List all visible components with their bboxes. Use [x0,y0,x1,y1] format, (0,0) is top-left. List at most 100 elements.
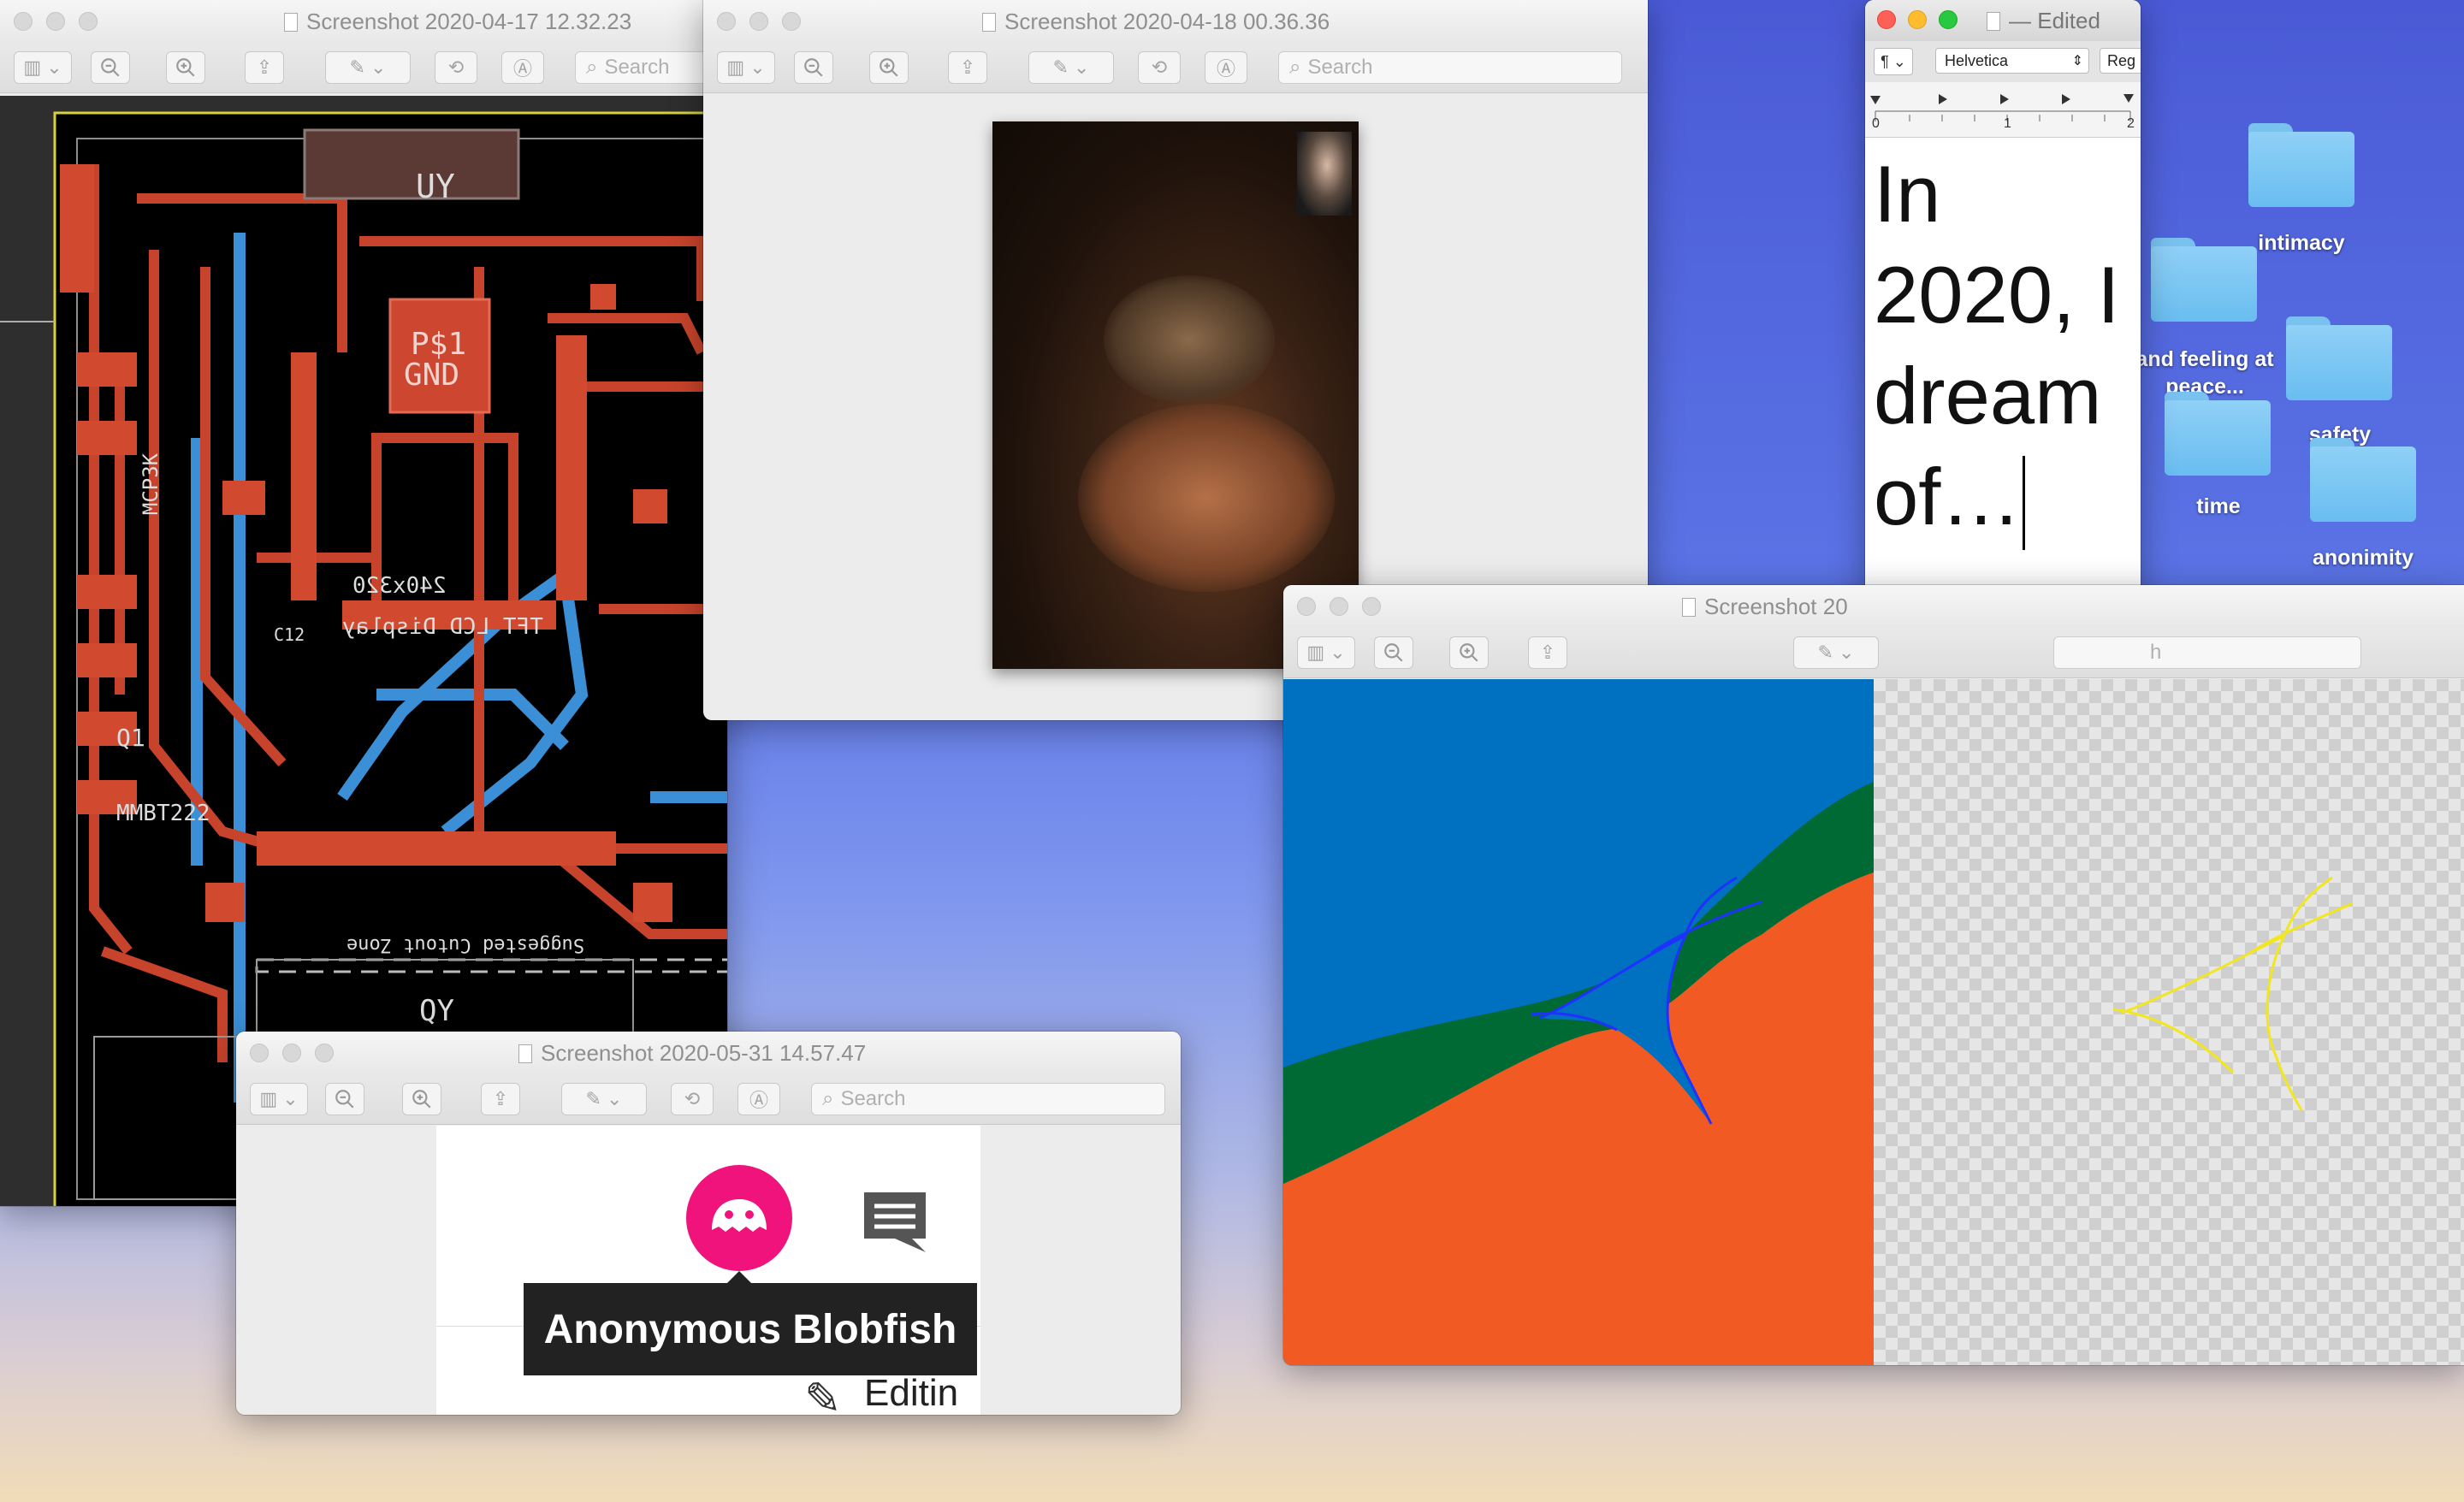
zoom-out-icon [1384,643,1403,662]
blobfish-icon [712,1199,767,1232]
close-button[interactable] [250,1044,269,1062]
minimize-button[interactable] [1330,597,1348,616]
search-icon: ⌕ [822,1087,834,1110]
minimize-button[interactable] [282,1044,301,1062]
zoom-out-icon [335,1090,354,1109]
sidebar-toggle-button[interactable]: ▥ ⌄ [250,1083,308,1115]
share-button[interactable]: ⇪ [481,1083,520,1115]
preview-window-pcb: Screenshot 2020-04-17 12.32.23 ▥ ⌄ ⇪ ✎ ⌄… [0,0,727,1206]
rotate-button[interactable]: ⟲ [435,51,477,84]
paragraph-style-popup[interactable]: ¶ ⌄ [1874,48,1913,75]
close-button[interactable] [1297,597,1316,616]
pcb-label-uy: UY [416,168,455,205]
zoom-out-button[interactable] [794,51,833,84]
title-bar[interactable]: — Edited [1865,0,2141,41]
text-line-1: In [1874,149,1941,239]
vector-shape-image [1283,679,1874,1365]
font-style-popup[interactable]: Reg [2100,48,2141,74]
share-button[interactable]: ⇪ [245,51,284,84]
blobfish-image: Anonymous Blobfish ✎ Editin [436,1126,980,1415]
search-field[interactable]: ⌕ Search [811,1083,1165,1115]
zoom-button[interactable] [79,12,98,31]
pcb-label-cutout: Suggested Cutout Zone [346,934,585,955]
zoom-in-button[interactable] [166,51,205,84]
annotate-button[interactable]: Ⓐ [501,51,544,84]
zoom-out-button[interactable] [325,1083,364,1115]
font-family-popup[interactable]: Helvetica ⇕ [1935,48,2089,74]
minimize-button[interactable] [46,12,65,31]
zoom-button[interactable] [1939,10,1958,29]
markup-button[interactable]: ✎ ⌄ [1028,51,1114,84]
traffic-lights [14,12,98,31]
toolbar: ▥ ⌄ ⇪ ✎ ⌄ ⟲ Ⓐ ⌕ Search [0,43,727,93]
rotate-button[interactable]: ⟲ [1138,51,1181,84]
textedit-window: — Edited ¶ ⌄ Helvetica ⇕ Reg 0 1 2 In 202… [1865,0,2141,679]
rotate-button[interactable]: ⟲ [671,1083,714,1115]
zoom-in-button[interactable] [869,51,909,84]
close-button[interactable] [1877,10,1896,29]
search-field[interactable]: ⌕ Search [1278,51,1622,84]
minimize-button[interactable] [1908,10,1927,29]
ruler-label-0: 0 [1872,116,1880,131]
title-bar[interactable]: Screenshot 20 [1283,585,2464,628]
search-field[interactable]: h [2053,636,2361,669]
desktop-folder-intimacy[interactable] [2248,123,2354,207]
window-title: Screenshot 2020-04-18 00.36.36 [1004,9,1330,34]
zoom-out-button[interactable] [1374,636,1413,669]
minimize-button[interactable] [749,12,768,31]
zoom-in-button[interactable] [402,1083,441,1115]
popup-arrows-icon: ⇕ [2071,54,2083,68]
text-cursor [2023,456,2026,551]
pcb-label-psu: P$1 [411,327,467,362]
pencil-icon: ✎ [804,1375,842,1415]
search-icon: ⌕ [586,56,598,79]
zoom-out-button[interactable] [91,51,130,84]
zoom-in-button[interactable] [1449,636,1489,669]
desktop-folder-peace[interactable] [2151,238,2257,322]
annotate-button[interactable]: Ⓐ [737,1083,780,1115]
sidebar-toggle-button[interactable]: ▥ ⌄ [14,51,72,84]
sidebar-toggle-button[interactable]: ▥ ⌄ [1297,636,1355,669]
title-bar[interactable]: Screenshot 2020-04-18 00.36.36 [703,0,1648,43]
traffic-lights [250,1044,334,1062]
avatar-blobfish[interactable] [686,1165,792,1271]
document-icon [1682,597,1696,617]
pcb-label-qy: QY [419,994,454,1028]
ruler-label-2: 2 [2127,116,2135,131]
title-bar[interactable]: Screenshot 2020-04-17 12.32.23 [0,0,727,43]
window-title: Screenshot 20 [1704,594,1848,619]
search-icon: ⌕ [1289,56,1301,79]
zoom-button[interactable] [315,1044,334,1062]
document-icon [1987,11,2000,31]
annotate-button[interactable]: Ⓐ [1205,51,1247,84]
share-button[interactable]: ⇪ [1528,636,1567,669]
traffic-lights [717,12,801,31]
zoom-button[interactable] [782,12,801,31]
comment-icon[interactable] [861,1189,929,1260]
zoom-out-icon [804,58,823,77]
title-bar[interactable]: Screenshot 2020-05-31 14.57.47 [236,1032,1181,1074]
zoom-in-icon [1460,643,1478,662]
ruler-label-1: 1 [2004,116,2011,131]
text-line-2: 2020, I [1874,250,2120,340]
tooltip-pointer [727,1271,751,1283]
close-button[interactable] [717,12,736,31]
desktop-folder-anonimity[interactable] [2310,438,2416,522]
markup-button[interactable]: ✎ ⌄ [1793,636,1879,669]
preview-window-vector: Screenshot 20 ▥ ⌄ ⇪ ✎ ⌄ h [1283,585,2464,1365]
ruler[interactable]: 0 1 2 [1865,82,2141,138]
document-icon [518,1044,532,1063]
markup-button[interactable]: ✎ ⌄ [561,1083,647,1115]
desktop-folder-safety[interactable] [2286,316,2392,400]
pillow-shape [1104,275,1275,404]
markup-button[interactable]: ✎ ⌄ [325,51,411,84]
toolbar: ▥ ⌄ ⇪ ✎ ⌄ ⟲ Ⓐ ⌕ Search [236,1074,1181,1125]
face-shape [1078,404,1335,592]
share-button[interactable]: ⇪ [948,51,987,84]
zoom-button[interactable] [1362,597,1381,616]
desktop-folder-time[interactable] [2165,392,2271,476]
close-button[interactable] [14,12,33,31]
pcb-label-display: TFT LCD Display [342,614,543,640]
text-editor-body[interactable]: In 2020, I dream of… [1874,144,2137,551]
sidebar-toggle-button[interactable]: ▥ ⌄ [717,51,775,84]
